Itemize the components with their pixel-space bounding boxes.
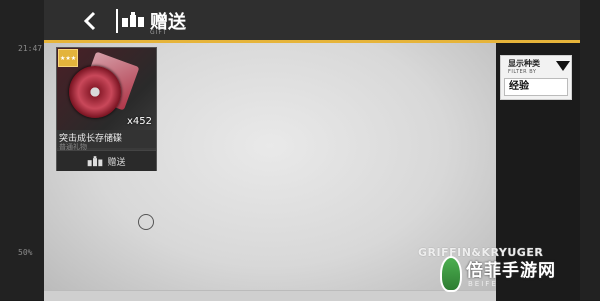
gift-icon <box>88 155 103 166</box>
item-count: x452 <box>126 116 152 127</box>
site-watermark: 倍菲手游网 BEIFE <box>440 256 590 296</box>
rarity-stars-icon: ★★★ <box>58 49 78 67</box>
item-name-bar: 突击成长存储碟 普通礼物 <box>57 130 156 230</box>
bottom-strip <box>44 290 496 301</box>
item-image: ★★★ x452 <box>57 48 156 130</box>
right-frame <box>580 0 600 300</box>
page-subtitle: GIFT <box>150 29 168 36</box>
filter-title: 显示种类 <box>508 58 540 68</box>
site-url: BEIFE <box>468 280 498 288</box>
triangle-down-icon[interactable] <box>556 61 570 71</box>
gift-item-button[interactable]: 赠送 <box>57 150 156 171</box>
gift-button-label: 赠送 <box>107 157 126 168</box>
filter-select[interactable]: 经验 <box>504 78 568 96</box>
filter-subtitle: FILTER BY <box>508 69 537 75</box>
item-card[interactable]: ★★★ x452 突击成长存储碟 普通礼物 赠送 <box>56 47 157 230</box>
leaf-logo-icon <box>440 256 462 292</box>
time-readout: 21:47 <box>18 44 43 53</box>
site-name: 倍菲手游网 <box>466 261 556 281</box>
percent-readout: 50% <box>18 248 33 257</box>
gift-icon <box>122 12 144 27</box>
chevron-left-icon <box>83 11 96 31</box>
card-emblem-icon <box>138 214 154 230</box>
title-divider <box>116 9 118 33</box>
back-button[interactable] <box>78 8 102 34</box>
